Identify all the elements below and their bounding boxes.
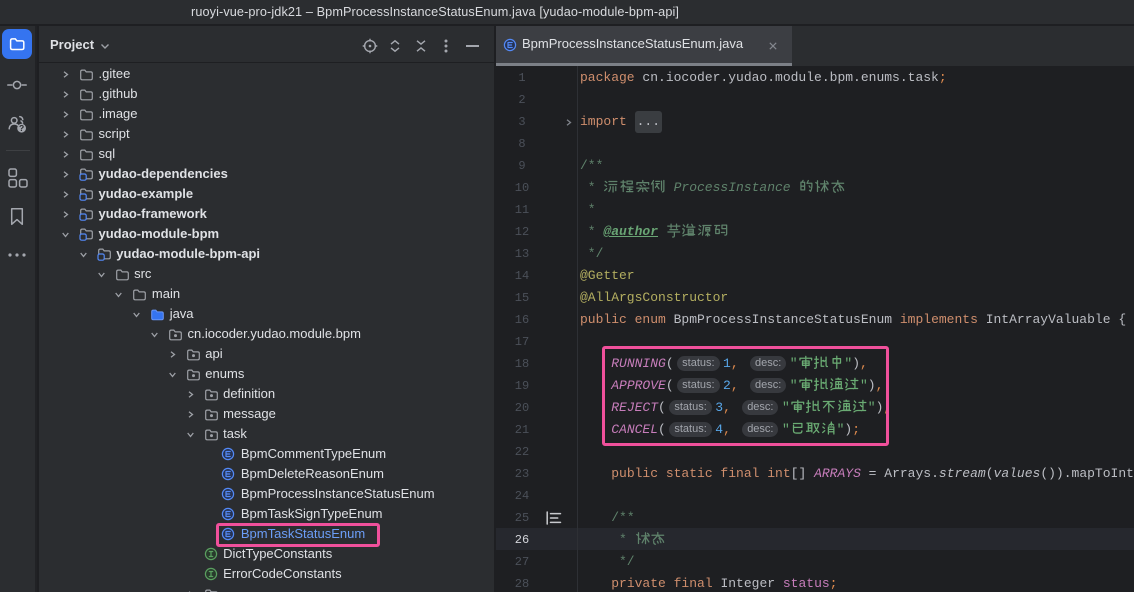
svg-text:?: ? [19,123,24,133]
